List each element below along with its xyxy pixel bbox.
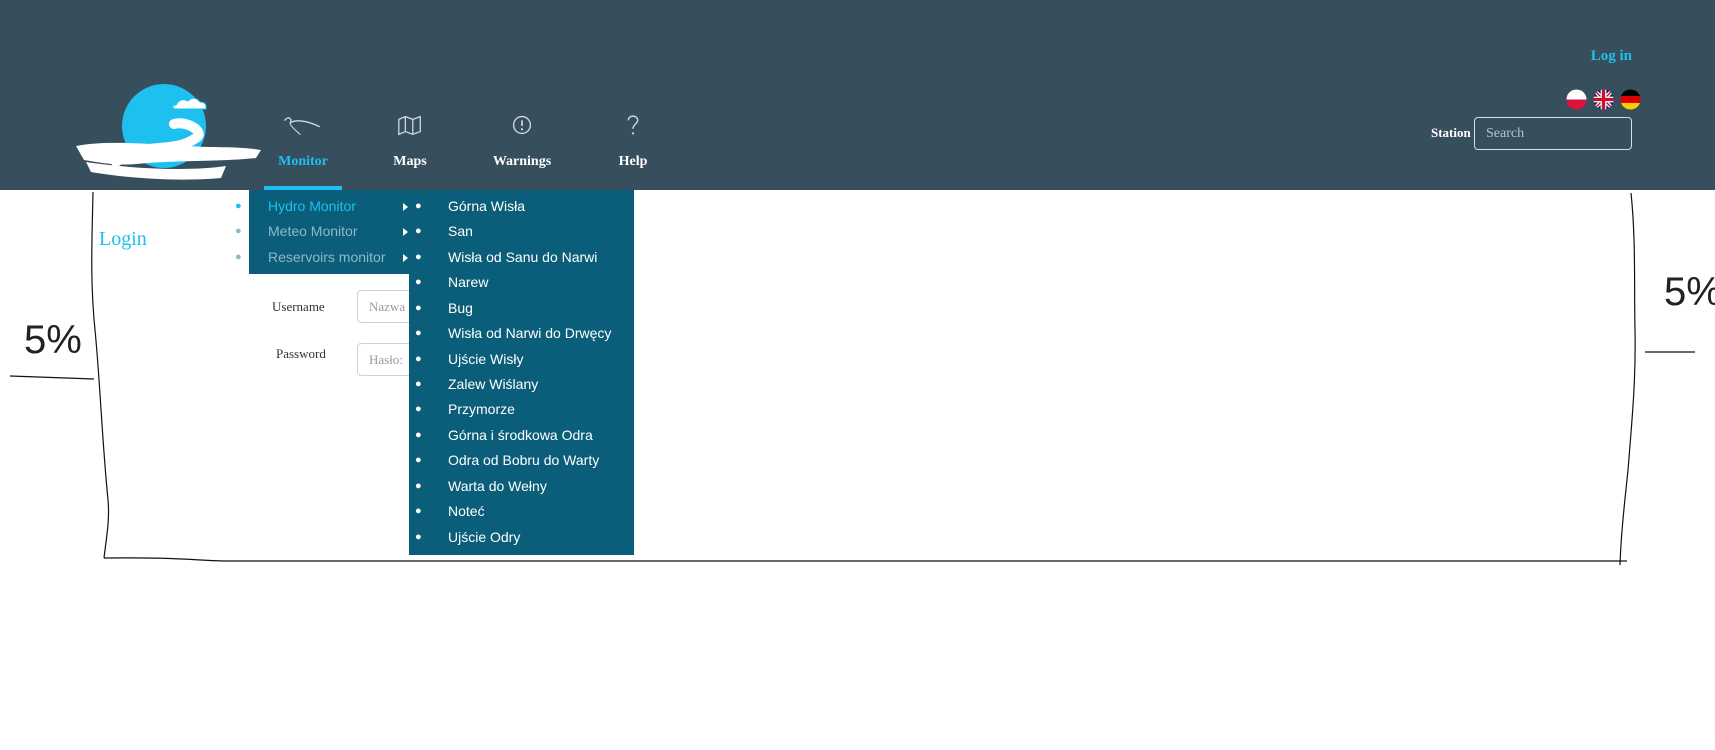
river-icon [283, 117, 321, 136]
log-in-link[interactable]: Log in [1591, 48, 1632, 65]
flag-de-icon[interactable] [1620, 89, 1641, 110]
right-margin-annotation: 5% [1664, 270, 1715, 314]
flag-pl-icon[interactable] [1566, 89, 1587, 110]
bullet-icon: ● [415, 531, 422, 543]
submenu-item-label: Warta do Wełny [448, 478, 547, 494]
bullet-icon: ● [415, 429, 422, 441]
language-switcher [1564, 89, 1641, 111]
monitor-dropdown-menu: ● Hydro Monitor ● Meteo Monitor ● Reserv… [235, 190, 409, 274]
nav-warnings[interactable]: Warnings [488, 110, 556, 190]
submenu-item[interactable]: ● Wisła od Sanu do Narwi [409, 245, 634, 270]
submenu-item[interactable]: ● Wisła od Narwi do Drwęcy [409, 321, 634, 346]
map-icon [398, 115, 421, 136]
submenu-item-label: Wisła od Sanu do Narwi [448, 249, 598, 265]
nav-help[interactable]: Help [610, 110, 656, 190]
caret-right-icon [403, 228, 408, 236]
bullet-icon: ● [415, 302, 422, 314]
bullet-icon: ● [415, 378, 422, 390]
submenu-item[interactable]: ● Bug [409, 296, 634, 321]
nav-monitor[interactable]: Monitor [264, 110, 342, 190]
submenu-item-label: Wisła od Narwi do Drwęcy [448, 325, 612, 341]
submenu-item[interactable]: ● Warta do Wełny [409, 474, 634, 499]
submenu-item-label: Ujście Wisły [448, 351, 524, 367]
submenu-item[interactable]: ● Narew [409, 270, 634, 295]
submenu-item[interactable]: ● Ujście Odry [409, 525, 634, 550]
top-navigation-bar: Monitor Maps Warnings Help Log in Statio… [0, 0, 1715, 190]
flag-en-icon[interactable] [1593, 89, 1614, 110]
submenu-item-label: Narew [448, 274, 489, 290]
caret-right-icon [403, 254, 408, 262]
bullet-icon: ● [415, 353, 422, 365]
submenu-item[interactable]: ● Odra od Bobru do Warty [409, 448, 634, 473]
login-title: Login [99, 228, 147, 250]
submenu-item-label: Przymorze [448, 401, 515, 417]
submenu-item[interactable]: ● San [409, 219, 634, 244]
bullet-icon: ● [235, 251, 242, 263]
username-label: Username [272, 299, 325, 314]
bullet-icon: ● [235, 225, 242, 237]
station-search-input[interactable] [1474, 117, 1632, 150]
menu-item-meteo-monitor[interactable]: ● Meteo Monitor [235, 219, 409, 244]
menu-item-label: Hydro Monitor [268, 198, 356, 214]
menu-item-label: Meteo Monitor [268, 223, 358, 239]
nav-monitor-label: Monitor [278, 154, 328, 169]
bullet-icon: ● [415, 505, 422, 517]
submenu-item[interactable]: ● Zalew Wiślany [409, 372, 634, 397]
hydro-submenu: ● Górna Wisła ● San ● Wisła od Sanu do Narw… [409, 190, 634, 555]
nav-maps[interactable]: Maps [382, 110, 438, 190]
submenu-item[interactable]: ● Górna Wisła [409, 194, 634, 219]
help-icon [627, 115, 639, 135]
submenu-item[interactable]: ● Górna i środkowa Odra [409, 423, 634, 448]
left-margin-annotation: 5% [24, 318, 82, 362]
submenu-item[interactable]: ● Przymorze [409, 397, 634, 422]
caret-right-icon [403, 203, 408, 211]
bullet-icon: ● [415, 225, 422, 237]
submenu-item-label: Górna i środkowa Odra [448, 427, 593, 443]
bullet-icon: ● [415, 480, 422, 492]
submenu-item-label: San [448, 223, 473, 239]
submenu-item-label: Ujście Odry [448, 529, 521, 545]
bullet-icon: ● [415, 403, 422, 415]
menu-item-label: Reservoirs monitor [268, 249, 386, 265]
submenu-item-label: Górna Wisła [448, 198, 526, 214]
submenu-item-label: Zalew Wiślany [448, 376, 539, 392]
logo-icon[interactable] [76, 80, 266, 185]
submenu-item-label: Odra od Bobru do Warty [448, 452, 600, 468]
submenu-item[interactable]: ● Ujście Wisły [409, 347, 634, 372]
menu-item-reservoirs-monitor[interactable]: ● Reservoirs monitor [235, 245, 409, 270]
bullet-icon: ● [415, 327, 422, 339]
nav-help-label: Help [618, 154, 648, 169]
station-label: Station [1431, 125, 1471, 140]
bullet-icon: ● [415, 276, 422, 288]
bullet-icon: ● [415, 251, 422, 263]
warning-icon [512, 115, 532, 135]
bullet-icon: ● [415, 454, 422, 466]
nav-warnings-label: Warnings [492, 154, 552, 169]
nav-maps-label: Maps [393, 154, 427, 169]
bullet-icon: ● [415, 200, 422, 212]
submenu-item-label: Noteć [448, 503, 485, 519]
bullet-icon: ● [235, 200, 242, 212]
password-label: Password [276, 346, 326, 361]
submenu-item[interactable]: ● Noteć [409, 499, 634, 524]
submenu-item-label: Bug [448, 300, 473, 316]
menu-item-hydro-monitor[interactable]: ● Hydro Monitor [235, 194, 409, 219]
